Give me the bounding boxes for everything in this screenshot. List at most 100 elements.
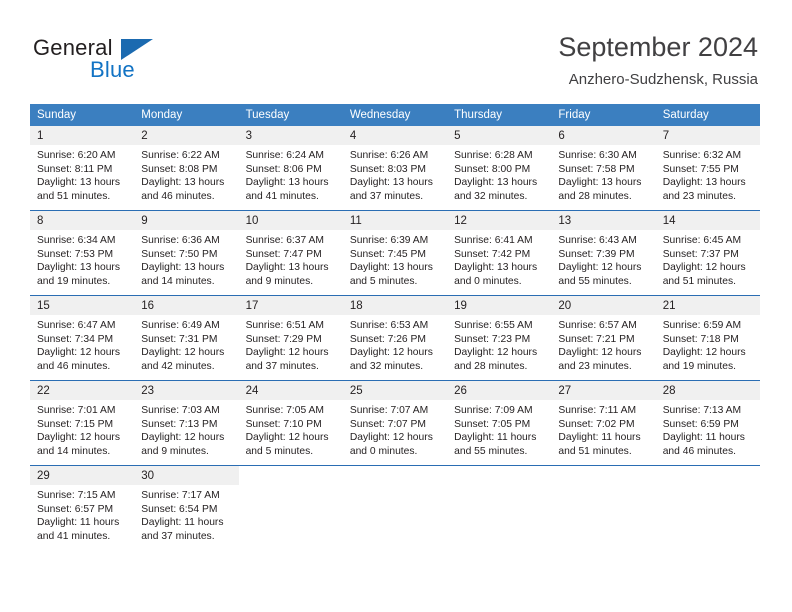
daylight-text-line1: Daylight: 13 hours [245, 177, 329, 189]
day-cell[interactable]: 19 Sunrise: 6:55 AM Sunset: 7:23 PM Dayl… [447, 295, 552, 381]
daylight-text-line2: and 23 minutes. [558, 360, 632, 372]
column-header-tuesday: Tuesday [238, 104, 343, 126]
daylight-text-line1: Daylight: 13 hours [454, 262, 538, 274]
day-details: Sunrise: 6:55 AM Sunset: 7:23 PM Dayligh… [447, 315, 551, 373]
sunrise-text: Sunrise: 6:45 AM [662, 235, 742, 246]
day-details: Sunrise: 6:20 AM Sunset: 8:11 PM Dayligh… [30, 145, 134, 203]
day-cell[interactable]: 15 Sunrise: 6:47 AM Sunset: 7:34 PM Dayl… [30, 295, 135, 381]
sunset-text: Sunset: 7:23 PM [454, 333, 531, 345]
daylight-text-line2: and 0 minutes. [349, 445, 418, 457]
day-details: Sunrise: 6:47 AM Sunset: 7:34 PM Dayligh… [30, 315, 134, 373]
daylight-text-line2: and 46 minutes. [141, 190, 215, 202]
day-cell[interactable]: 25 Sunrise: 7:07 AM Sunset: 7:07 PM Dayl… [342, 380, 448, 466]
calendar-grid: Sunday Monday Tuesday Wednesday Thursday… [30, 104, 760, 550]
sunset-text: Sunset: 7:05 PM [454, 418, 531, 430]
daylight-text-line2: and 28 minutes. [558, 190, 632, 202]
daylight-text-line1: Daylight: 12 hours [37, 347, 120, 359]
column-header-monday: Monday [134, 104, 239, 126]
day-cell[interactable]: 21 Sunrise: 6:59 AM Sunset: 7:18 PM Dayl… [655, 295, 760, 381]
day-number: 15 [30, 296, 135, 315]
day-cell[interactable]: 12 Sunrise: 6:41 AM Sunset: 7:42 PM Dayl… [447, 210, 552, 296]
column-header-friday: Friday [551, 104, 656, 126]
daylight-text-line1: Daylight: 12 hours [349, 432, 433, 444]
sunset-text: Sunset: 7:34 PM [37, 333, 114, 345]
sunset-text: Sunset: 7:42 PM [454, 248, 531, 260]
day-number: 6 [551, 126, 656, 145]
sunrise-text: Sunrise: 6:41 AM [454, 235, 533, 246]
daylight-text-line1: Daylight: 12 hours [245, 432, 329, 444]
day-number [655, 466, 760, 485]
sunset-text: Sunset: 7:47 PM [245, 248, 322, 260]
day-number: 27 [551, 381, 656, 400]
daylight-text-line1: Daylight: 12 hours [454, 347, 538, 359]
day-number [238, 466, 343, 485]
week-row: 29 Sunrise: 7:15 AM Sunset: 6:57 PM Dayl… [30, 465, 760, 550]
daylight-text-line2: and 28 minutes. [454, 360, 528, 372]
day-cell[interactable]: 7 Sunrise: 6:32 AM Sunset: 7:55 PM Dayli… [655, 126, 760, 211]
day-cell[interactable]: 28 Sunrise: 7:13 AM Sunset: 6:59 PM Dayl… [655, 380, 760, 466]
day-number [551, 466, 656, 485]
sunrise-text: Sunrise: 6:26 AM [349, 150, 429, 161]
sunrise-text: Sunrise: 7:15 AM [37, 490, 116, 501]
day-details: Sunrise: 7:03 AM Sunset: 7:13 PM Dayligh… [134, 400, 238, 458]
column-header-wednesday: Wednesday [342, 104, 448, 126]
day-cell[interactable]: 30 Sunrise: 7:17 AM Sunset: 6:54 PM Dayl… [134, 465, 239, 550]
day-cell[interactable]: 3 Sunrise: 6:24 AM Sunset: 8:06 PM Dayli… [238, 126, 343, 211]
week-row: 15 Sunrise: 6:47 AM Sunset: 7:34 PM Dayl… [30, 295, 760, 381]
week-row: 22 Sunrise: 7:01 AM Sunset: 7:15 PM Dayl… [30, 380, 760, 466]
daylight-text-line1: Daylight: 12 hours [37, 432, 120, 444]
daylight-text-line1: Daylight: 13 hours [454, 177, 538, 189]
day-cell[interactable]: 8 Sunrise: 6:34 AM Sunset: 7:53 PM Dayli… [30, 210, 135, 296]
sunset-text: Sunset: 8:08 PM [141, 163, 218, 175]
day-details: Sunrise: 7:05 AM Sunset: 7:10 PM Dayligh… [239, 400, 343, 458]
day-cell[interactable]: 20 Sunrise: 6:57 AM Sunset: 7:21 PM Dayl… [551, 295, 656, 381]
day-cell[interactable]: 14 Sunrise: 6:45 AM Sunset: 7:37 PM Dayl… [655, 210, 760, 296]
daylight-text-line1: Daylight: 13 hours [662, 177, 746, 189]
day-details: Sunrise: 6:22 AM Sunset: 8:08 PM Dayligh… [134, 145, 238, 203]
daylight-text-line1: Daylight: 12 hours [141, 347, 225, 359]
day-details: Sunrise: 6:28 AM Sunset: 8:00 PM Dayligh… [447, 145, 551, 203]
generalblue-logo[interactable]: General Blue [33, 36, 263, 92]
day-number: 13 [551, 211, 656, 230]
day-cell[interactable]: 6 Sunrise: 6:30 AM Sunset: 7:58 PM Dayli… [551, 126, 656, 211]
day-details: Sunrise: 7:17 AM Sunset: 6:54 PM Dayligh… [134, 485, 238, 543]
day-cell[interactable]: 18 Sunrise: 6:53 AM Sunset: 7:26 PM Dayl… [342, 295, 448, 381]
day-cell[interactable]: 26 Sunrise: 7:09 AM Sunset: 7:05 PM Dayl… [447, 380, 552, 466]
sunrise-text: Sunrise: 6:22 AM [141, 150, 220, 161]
day-cell[interactable]: 5 Sunrise: 6:28 AM Sunset: 8:00 PM Dayli… [447, 126, 552, 211]
sunrise-text: Sunrise: 6:39 AM [349, 235, 429, 246]
sunrise-text: Sunrise: 6:51 AM [245, 320, 324, 331]
day-cell[interactable]: 13 Sunrise: 6:43 AM Sunset: 7:39 PM Dayl… [551, 210, 656, 296]
day-details: Sunrise: 6:36 AM Sunset: 7:50 PM Dayligh… [134, 230, 238, 288]
day-number: 5 [447, 126, 552, 145]
day-cell-empty [551, 465, 656, 550]
day-cell[interactable]: 4 Sunrise: 6:26 AM Sunset: 8:03 PM Dayli… [342, 126, 448, 211]
day-cell[interactable]: 1 Sunrise: 6:20 AM Sunset: 8:11 PM Dayli… [30, 126, 135, 211]
day-cell[interactable]: 9 Sunrise: 6:36 AM Sunset: 7:50 PM Dayli… [134, 210, 239, 296]
day-details: Sunrise: 6:59 AM Sunset: 7:18 PM Dayligh… [656, 315, 760, 373]
day-cell[interactable]: 22 Sunrise: 7:01 AM Sunset: 7:15 PM Dayl… [30, 380, 135, 466]
sunrise-text: Sunrise: 6:34 AM [37, 235, 116, 246]
logo-text-blue: Blue [90, 57, 135, 82]
day-cell[interactable]: 29 Sunrise: 7:15 AM Sunset: 6:57 PM Dayl… [30, 465, 135, 550]
sunset-text: Sunset: 7:29 PM [245, 333, 322, 345]
sunrise-text: Sunrise: 6:53 AM [349, 320, 429, 331]
sunset-text: Sunset: 7:55 PM [662, 163, 739, 175]
day-cell[interactable]: 2 Sunrise: 6:22 AM Sunset: 8:08 PM Dayli… [134, 126, 239, 211]
sunset-text: Sunset: 7:10 PM [245, 418, 322, 430]
day-cell[interactable]: 27 Sunrise: 7:11 AM Sunset: 7:02 PM Dayl… [551, 380, 656, 466]
daylight-text-line1: Daylight: 13 hours [37, 262, 120, 274]
sunrise-text: Sunrise: 6:36 AM [141, 235, 220, 246]
sunset-text: Sunset: 7:26 PM [349, 333, 426, 345]
day-cell[interactable]: 10 Sunrise: 6:37 AM Sunset: 7:47 PM Dayl… [238, 210, 343, 296]
sunrise-text: Sunrise: 6:37 AM [245, 235, 324, 246]
day-cell[interactable]: 11 Sunrise: 6:39 AM Sunset: 7:45 PM Dayl… [342, 210, 448, 296]
day-number: 4 [342, 126, 448, 145]
day-cell[interactable]: 17 Sunrise: 6:51 AM Sunset: 7:29 PM Dayl… [238, 295, 343, 381]
day-cell[interactable]: 24 Sunrise: 7:05 AM Sunset: 7:10 PM Dayl… [238, 380, 343, 466]
day-cell[interactable]: 16 Sunrise: 6:49 AM Sunset: 7:31 PM Dayl… [134, 295, 239, 381]
daylight-text-line2: and 32 minutes. [454, 190, 528, 202]
sunset-text: Sunset: 7:07 PM [349, 418, 426, 430]
daylight-text-line2: and 42 minutes. [141, 360, 215, 372]
day-cell[interactable]: 23 Sunrise: 7:03 AM Sunset: 7:13 PM Dayl… [134, 380, 239, 466]
